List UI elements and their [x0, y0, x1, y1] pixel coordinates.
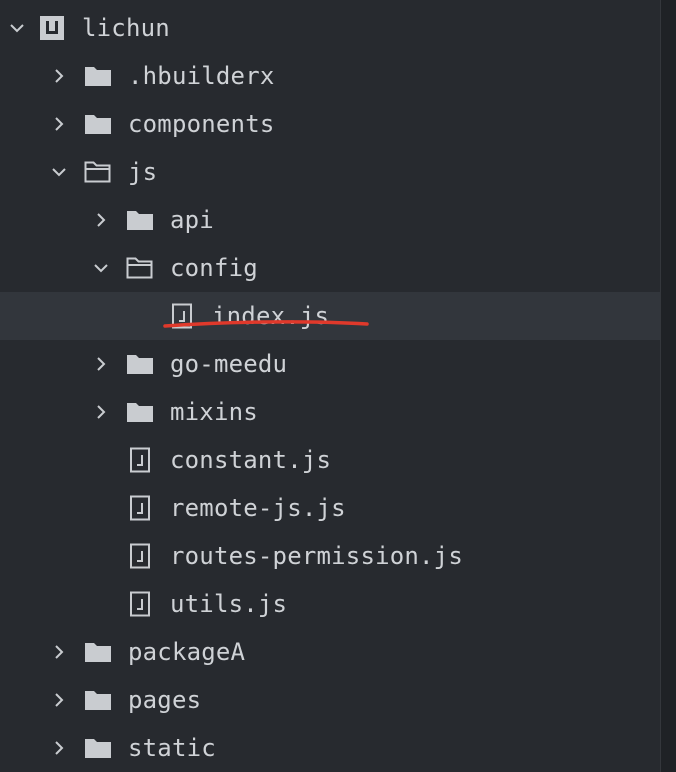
chevron-right-icon[interactable] [90, 401, 112, 423]
chevron-down-icon[interactable] [48, 161, 70, 183]
tree-folder-pages[interactable]: pages [0, 676, 660, 724]
folder-icon [84, 639, 112, 665]
tree-folder-go-meedu[interactable]: go-meedu [0, 340, 660, 388]
folder-icon [84, 63, 112, 89]
file-tree: lichun .hbuilderx components js api conf… [0, 4, 660, 772]
folder-icon [126, 399, 154, 425]
file-icon [126, 591, 154, 617]
tree-item-label: routes-permission.js [170, 542, 463, 570]
tree-item-label: constant.js [170, 446, 332, 474]
tree-item-label: config [170, 254, 258, 282]
tree-item-label: pages [128, 686, 202, 714]
folder-open-icon [84, 159, 112, 185]
tree-item-label: packageA [128, 638, 246, 666]
file-icon [126, 495, 154, 521]
scrollbar-divider [660, 0, 661, 772]
tree-item-label: utils.js [170, 590, 288, 618]
chevron-right-icon[interactable] [48, 641, 70, 663]
project-icon [38, 15, 66, 41]
chevron-right-icon[interactable] [48, 65, 70, 87]
tree-folder-mixins[interactable]: mixins [0, 388, 660, 436]
chevron-right-icon[interactable] [48, 113, 70, 135]
chevron-down-icon[interactable] [90, 257, 112, 279]
tree-item-label: index.js [212, 302, 330, 330]
chevron-down-icon[interactable] [6, 17, 28, 39]
tree-item-label: .hbuilderx [128, 62, 275, 90]
tree-folder-packagea[interactable]: packageA [0, 628, 660, 676]
vertical-scrollbar[interactable] [660, 0, 676, 772]
folder-open-icon [126, 255, 154, 281]
chevron-right-icon[interactable] [48, 689, 70, 711]
folder-icon [84, 735, 112, 761]
folder-icon [84, 687, 112, 713]
chevron-right-icon[interactable] [48, 737, 70, 759]
tree-folder-hbuilderx[interactable]: .hbuilderx [0, 52, 660, 100]
file-icon [168, 303, 196, 329]
tree-folder-api[interactable]: api [0, 196, 660, 244]
tree-item-label: api [170, 206, 214, 234]
tree-file-constant-js[interactable]: constant.js [0, 436, 660, 484]
tree-file-utils-js[interactable]: utils.js [0, 580, 660, 628]
tree-item-label: js [128, 158, 158, 186]
folder-icon [126, 351, 154, 377]
folder-icon [84, 111, 112, 137]
file-icon [126, 543, 154, 569]
file-icon [126, 447, 154, 473]
tree-item-label: lichun [82, 14, 170, 42]
chevron-right-icon[interactable] [90, 209, 112, 231]
tree-file-index-js[interactable]: index.js [0, 292, 660, 340]
tree-item-label: static [128, 734, 216, 762]
tree-folder-js[interactable]: js [0, 148, 660, 196]
folder-icon [126, 207, 154, 233]
tree-root-lichun[interactable]: lichun [0, 4, 660, 52]
tree-item-label: go-meedu [170, 350, 288, 378]
tree-folder-config[interactable]: config [0, 244, 660, 292]
tree-item-label: components [128, 110, 275, 138]
tree-item-label: remote-js.js [170, 494, 346, 522]
tree-folder-components[interactable]: components [0, 100, 660, 148]
file-explorer-panel: lichun .hbuilderx components js api conf… [0, 0, 676, 772]
tree-file-remote-js-js[interactable]: remote-js.js [0, 484, 660, 532]
tree-file-routes-permission-js[interactable]: routes-permission.js [0, 532, 660, 580]
tree-folder-static[interactable]: static [0, 724, 660, 772]
chevron-right-icon[interactable] [90, 353, 112, 375]
tree-item-label: mixins [170, 398, 258, 426]
